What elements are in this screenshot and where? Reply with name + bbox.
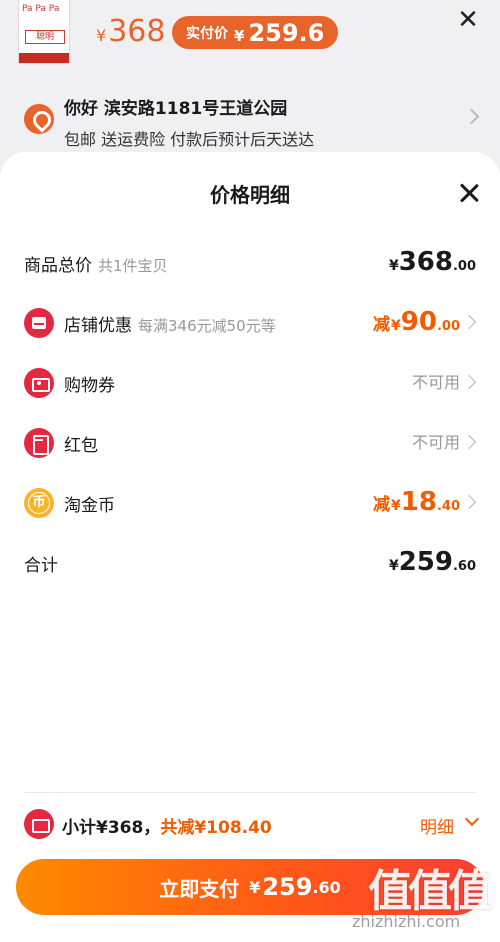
watermark-logo: 值值值 <box>368 866 492 917</box>
product-thumbnail: Pa Pa Pa 聪明 <box>18 0 70 64</box>
original-price: ¥368 <box>96 14 166 49</box>
order-summary-backdrop: Pa Pa Pa 聪明 ¥368 实付价 ¥259.6 ✕ 你好 滨安路1181… <box>0 0 500 170</box>
row-amount: 减 ¥90.00 <box>373 307 460 337</box>
row-label: 商品总价 共1件宝贝 <box>24 256 168 276</box>
watermark: 值值值 zhizhizhi.com <box>350 855 495 940</box>
row-goods-total: 商品总价 共1件宝贝 ¥368.00 <box>0 241 500 285</box>
chevron-right-icon[interactable] <box>463 108 480 125</box>
row-status: 不可用 <box>411 433 460 452</box>
row-sublabel: 共1件宝贝 <box>98 257 168 275</box>
close-icon[interactable] <box>454 178 484 208</box>
product-thumb-bar <box>19 53 69 63</box>
row-shop-discount[interactable]: 店铺优惠 每满346元减50元等 减 ¥90.00 <box>0 301 500 345</box>
delivery-info: 包邮 送运费险 付款后预计后天送达 <box>64 130 315 149</box>
row-taojinbi[interactable]: 淘金币 减¥18.40 <box>0 481 500 525</box>
taojinbi-coin-icon <box>24 488 54 518</box>
chevron-right-icon <box>461 314 477 330</box>
subtotal-text: 小计¥368， 共减¥108.40 <box>62 813 272 838</box>
row-label: 红包 <box>64 436 98 456</box>
actual-price-pill: 实付价 ¥259.6 <box>172 16 339 49</box>
row-label: 淘金币 <box>64 496 115 516</box>
row-label: 店铺优惠 每满346元减50元等 <box>64 316 276 336</box>
row-amount: 减 ¥18.40 <box>373 487 460 517</box>
product-thumb-text: Pa Pa Pa <box>22 4 60 14</box>
chevron-right-icon <box>461 494 477 510</box>
row-label: 合计 <box>24 556 58 576</box>
row-amount: ¥368.00 <box>388 247 476 277</box>
row-shopping-coupon[interactable]: 购物券 不可用 <box>0 361 500 405</box>
subtotal-bar: 小计¥368， 共减¥108.40 明细 <box>0 800 500 848</box>
pay-amount: 259 <box>262 873 313 901</box>
total-discount: 共减¥108.40 <box>160 818 272 838</box>
coupon-icon <box>24 368 54 398</box>
actual-price-value: ¥259.6 <box>234 18 325 47</box>
chevron-down-icon[interactable] <box>464 811 480 827</box>
subtotal-amount: 小计¥368， <box>62 818 161 838</box>
row-label: 购物券 <box>64 376 115 396</box>
sheet-title: 价格明细 <box>210 183 290 207</box>
address-name[interactable]: 你好 滨安路1181号王道公园 <box>64 94 287 119</box>
red-packet-icon <box>24 428 54 458</box>
chevron-right-icon <box>461 434 477 450</box>
footer-divider <box>24 792 476 793</box>
shop-discount-icon <box>24 308 54 338</box>
product-thumb-badge: 聪明 <box>25 30 65 44</box>
row-red-packet[interactable]: 红包 不可用 <box>0 421 500 465</box>
detail-toggle[interactable]: 明细 <box>420 813 454 838</box>
row-status: 不可用 <box>411 373 460 392</box>
coupon-icon <box>24 809 54 839</box>
row-sublabel: 每满346元减50元等 <box>138 317 276 335</box>
close-icon[interactable]: ✕ <box>452 6 484 38</box>
chevron-right-icon <box>461 374 477 390</box>
actual-price-label: 实付价 <box>186 25 228 42</box>
location-icon <box>24 104 54 134</box>
row-total: 合计 ¥259.60 <box>0 541 500 585</box>
pay-button-label: 立即支付 <box>159 876 240 901</box>
row-amount: ¥259.60 <box>388 547 476 577</box>
watermark-url: zhizhizhi.com <box>352 912 461 931</box>
